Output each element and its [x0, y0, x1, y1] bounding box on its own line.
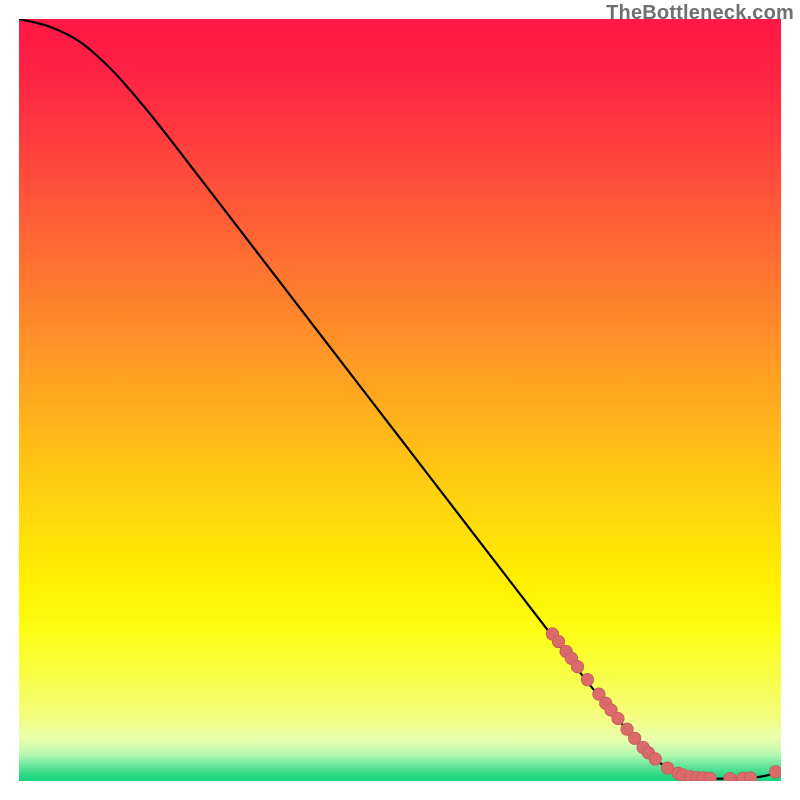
scatter-dot: [571, 661, 583, 673]
scatter-dot: [581, 673, 593, 685]
scatter-dot: [769, 766, 781, 778]
scatter-dot: [704, 772, 716, 781]
scatter-dot: [649, 753, 661, 765]
gradient-background: [19, 19, 781, 781]
scatter-dot: [612, 712, 624, 724]
scatter-dot: [744, 772, 756, 781]
chart-canvas: [19, 19, 781, 781]
scatter-dot: [724, 773, 736, 781]
chart-frame: [19, 19, 781, 781]
